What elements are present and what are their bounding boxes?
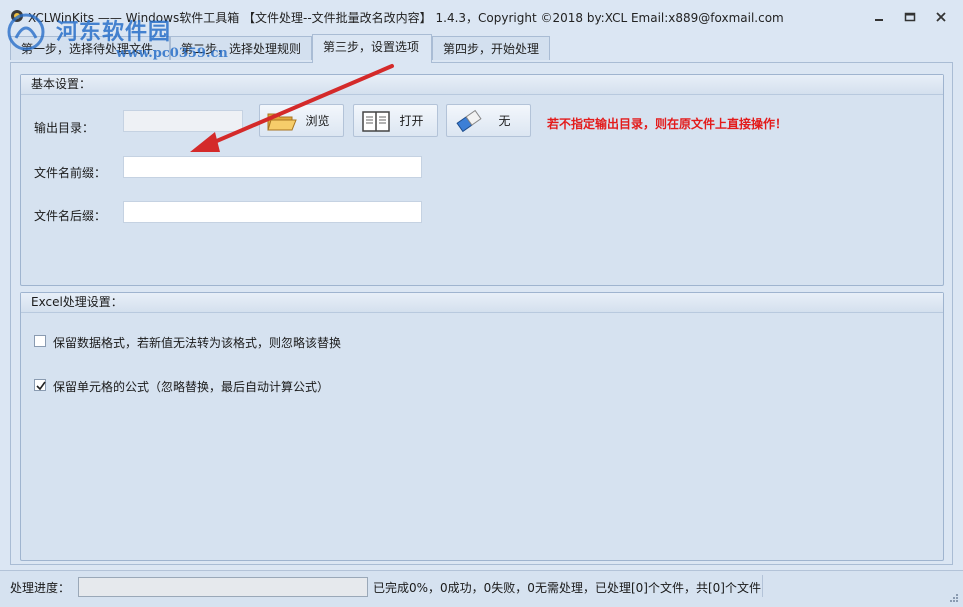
resize-grip-icon[interactable] xyxy=(947,591,959,603)
watermark-name: 河东软件园 xyxy=(56,19,172,45)
watermark-logo-icon xyxy=(7,13,45,51)
keep-format-label[interactable]: 保留数据格式，若新值无法转为该格式，则忽略该替换 xyxy=(53,334,341,351)
basic-settings-group: 基本设置： 输出目录： 浏览 打开 无 若不指定输出目录，则在原文件上直接操作！… xyxy=(20,74,944,286)
maximize-button[interactable] xyxy=(900,8,920,26)
keep-formula-label[interactable]: 保留单元格的公式（忽略替换，最后自动计算公式） xyxy=(53,378,329,395)
watermark-url: www.pc0359.cn xyxy=(116,46,228,61)
close-button[interactable] xyxy=(931,8,951,26)
tab-step-4[interactable]: 第四步，开始处理 xyxy=(432,36,550,60)
output-dir-label: 输出目录： xyxy=(34,121,95,135)
eraser-icon xyxy=(451,108,487,134)
excel-settings-group: Excel处理设置： 保留数据格式，若新值无法转为该格式，则忽略该替换 保留单元… xyxy=(20,292,944,561)
folder-icon xyxy=(264,108,300,134)
keep-formula-checkbox[interactable] xyxy=(34,379,46,391)
checkmark-icon xyxy=(36,381,46,391)
progress-bar xyxy=(78,577,368,597)
minimize-icon xyxy=(875,19,883,21)
basic-settings-title: 基本设置： xyxy=(21,75,943,95)
progress-label: 处理进度： xyxy=(10,581,71,595)
output-dir-input[interactable] xyxy=(123,110,243,132)
none-button[interactable]: 无 xyxy=(446,104,531,137)
tab-panel-settings: 基本设置： 输出目录： 浏览 打开 无 若不指定输出目录，则在原文件上直接操作！… xyxy=(10,62,953,565)
book-icon xyxy=(358,108,394,134)
excel-settings-title: Excel处理设置： xyxy=(21,293,943,313)
minimize-button[interactable] xyxy=(869,8,889,26)
open-button[interactable]: 打开 xyxy=(353,104,438,137)
status-bar: 处理进度： 已完成0%，0成功，0失败，0无需处理，已处理[0]个文件，共[0]… xyxy=(0,570,963,607)
prefix-label: 文件名前缀： xyxy=(34,166,107,180)
browse-label: 浏览 xyxy=(305,114,330,128)
close-icon xyxy=(936,12,946,22)
none-label: 无 xyxy=(498,114,511,128)
maximize-icon xyxy=(904,12,916,22)
open-label: 打开 xyxy=(399,114,424,128)
suffix-label: 文件名后缀： xyxy=(34,209,107,223)
keep-format-checkbox[interactable] xyxy=(34,335,46,347)
prefix-input[interactable] xyxy=(123,156,422,178)
status-summary: 已完成0%，0成功，0失败，0无需处理，已处理[0]个文件，共[0]个文件 xyxy=(373,581,761,595)
status-separator xyxy=(762,575,763,597)
watermark: 河东软件园 www.pc0359.cn xyxy=(0,10,228,62)
suffix-input[interactable] xyxy=(123,201,422,223)
tab-step-3[interactable]: 第三步，设置选项 xyxy=(312,34,432,63)
browse-button[interactable]: 浏览 xyxy=(259,104,344,137)
output-dir-hint: 若不指定输出目录，则在原文件上直接操作！ xyxy=(547,117,788,131)
